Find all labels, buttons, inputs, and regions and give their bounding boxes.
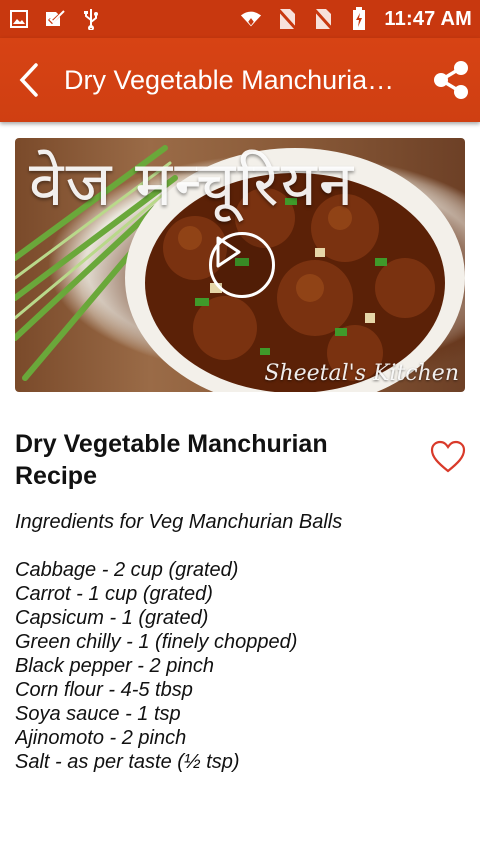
status-bar: 11:47 AM (0, 0, 480, 38)
status-clock: 11:47 AM (384, 7, 472, 30)
recipe-video-thumbnail[interactable]: वेज मन्चूरियन Sheetal's Kitchen (15, 138, 465, 392)
app-bar: Dry Vegetable Manchuria… (0, 38, 480, 122)
no-sim-icon (312, 7, 334, 31)
favorite-button[interactable] (430, 440, 466, 474)
ingredient-item: Ajinomoto - 2 pinch (15, 727, 187, 749)
app-bar-title: Dry Vegetable Manchuria… (64, 64, 395, 95)
video-overlay-title: वेज मन्चूरियन (29, 147, 356, 220)
wifi-icon (240, 8, 262, 30)
ingredient-item: Black pepper - 2 pinch (15, 655, 215, 677)
ingredient-item: Capsicum - 1 (grated) (15, 607, 209, 629)
video-watermark: Sheetal's Kitchen (264, 361, 459, 386)
checkbox-icon (44, 8, 66, 30)
play-button[interactable] (209, 232, 275, 298)
no-sim-icon (276, 7, 298, 31)
image-icon (8, 8, 30, 30)
ingredients-heading: Ingredients for Veg Manchurian Balls (15, 511, 343, 533)
share-button[interactable] (422, 38, 480, 122)
ingredient-item: Soya sauce - 1 tsp (15, 703, 181, 725)
usb-icon (80, 8, 102, 30)
ingredient-item: Green chilly - 1 (finely chopped) (15, 631, 298, 653)
share-icon (434, 61, 468, 99)
ingredient-item: Salt - as per taste (½ tsp) (15, 751, 240, 773)
ingredient-item: Carrot - 1 cup (grated) (15, 583, 213, 605)
ingredient-item: Cabbage - 2 cup (grated) (15, 559, 239, 581)
back-arrow-icon (19, 63, 38, 97)
ingredient-item: Corn flour - 4-5 tbsp (15, 679, 193, 701)
heart-outline-icon (430, 440, 466, 473)
back-button[interactable] (0, 38, 58, 122)
recipe-title: Dry Vegetable Manchurian Recipe (15, 430, 328, 490)
recipe-description: Ingredients for Veg Manchurian Balls Cab… (15, 510, 465, 776)
battery-charging-icon (348, 7, 370, 30)
play-icon (216, 236, 241, 268)
